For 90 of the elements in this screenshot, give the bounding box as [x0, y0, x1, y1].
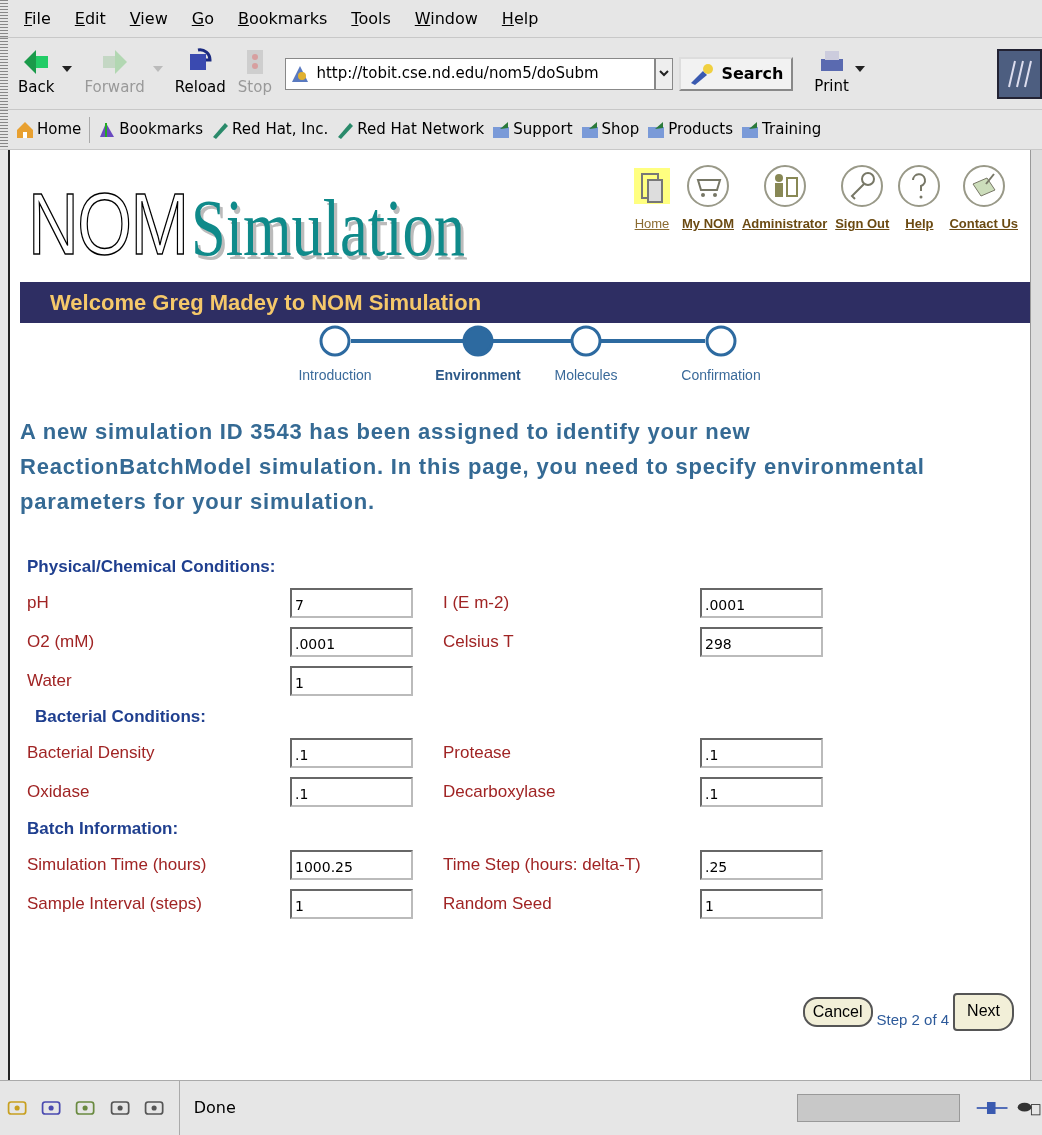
key-icon [840, 164, 885, 208]
field-label: pH [26, 591, 50, 614]
caret-icon [62, 65, 73, 72]
menu-item[interactable]: Go [179, 6, 226, 31]
bookmark-link[interactable]: Shop [576, 118, 644, 141]
input-field[interactable]: .25 [700, 849, 823, 880]
folder-icon [647, 120, 666, 139]
field-label: Oxidase [26, 781, 91, 804]
nav-link[interactable]: Help [893, 164, 946, 234]
input-field[interactable]: .1 [700, 738, 823, 769]
person-icon [762, 164, 807, 208]
field-label: Sample Interval (steps) [26, 892, 203, 915]
nav-link[interactable]: Contact Us [945, 164, 1022, 234]
logo-text: Simulation [191, 188, 466, 268]
input-field[interactable]: 1 [290, 665, 413, 696]
input-field[interactable]: 298 [700, 626, 823, 657]
menu-item[interactable]: View [117, 6, 180, 31]
search-button[interactable]: Search [679, 56, 794, 91]
field-label: Celsius T [442, 630, 515, 653]
section-heading: Physical/Chemical Conditions: [27, 555, 277, 578]
section-heading: Batch Information: [27, 817, 180, 840]
input-field[interactable]: .1 [700, 777, 823, 808]
field-label: Bacterial Density [26, 742, 156, 765]
caret-icon [854, 65, 865, 72]
status-text: Done [193, 1097, 236, 1119]
nav-link[interactable]: My NOM [677, 164, 738, 234]
step-label: Confirmation [680, 366, 762, 385]
input-field[interactable]: .0001 [290, 626, 413, 657]
toolbar-grip[interactable] [0, 110, 8, 149]
toolbar-grip[interactable] [0, 0, 8, 37]
input-field[interactable]: 1000.25 [290, 849, 413, 880]
field-label: Decarboxylase [442, 781, 557, 804]
menu-item[interactable]: Tools [339, 6, 403, 31]
section-heading: Bacterial Conditions: [34, 706, 207, 729]
forward-arrow-icon [100, 48, 129, 77]
input-field[interactable]: 7 [290, 587, 413, 618]
step-label: Environment [434, 366, 522, 385]
logo-text: NOM [28, 180, 188, 268]
input-field[interactable]: .1 [290, 738, 413, 769]
menu-item[interactable]: Help [489, 6, 551, 31]
scrollbar[interactable] [1030, 150, 1042, 1080]
logo-icon [997, 48, 1042, 99]
menu-item[interactable]: Bookmarks [225, 6, 340, 31]
next-button[interactable]: Next [953, 993, 1014, 1032]
field-label: Protease [442, 742, 513, 765]
cancel-button[interactable]: Cancel [802, 997, 873, 1028]
bookmark-link[interactable]: Support [488, 118, 577, 141]
field-label: O2 (mM) [26, 630, 96, 653]
print-button[interactable]: Print [808, 49, 855, 98]
field-label: Simulation Time (hours) [26, 853, 208, 876]
bookmark-link[interactable]: Bookmarks [94, 118, 208, 141]
input-field[interactable]: 1 [700, 888, 823, 919]
menu-item[interactable]: Window [402, 6, 490, 31]
welcome-banner: Welcome Greg Madey to NOM Simulation [20, 282, 1032, 323]
field-label: Time Step (hours: delta-T) [442, 853, 642, 876]
step-label: Introduction [297, 366, 373, 385]
input-field[interactable]: .0001 [700, 587, 823, 618]
step-indicator: Step 2 of 4 [876, 1009, 950, 1030]
menu-item[interactable]: File [12, 6, 63, 31]
home-icon [16, 120, 34, 139]
nav-link[interactable]: Administrator [737, 164, 832, 234]
bookmarks-icon [98, 120, 117, 139]
field-label: Random Seed [442, 892, 553, 915]
envelope-icon [961, 164, 1006, 208]
intro-paragraph: A new simulation ID 3543 has been assigned to identify your new ReactionBatchModel simulation. In this page, you need to specify environmental parameters for your simulation. [20, 418, 926, 517]
bookmark-link[interactable]: Red Hat, Inc. [207, 118, 333, 141]
reload-button[interactable]: Reload [168, 48, 232, 99]
back-button[interactable]: Back [12, 48, 79, 99]
search-icon [689, 62, 716, 85]
cart-icon [685, 164, 730, 208]
folder-icon [492, 120, 511, 139]
caret-icon [152, 65, 163, 72]
bookmark-link[interactable]: Training [737, 118, 826, 141]
input-field[interactable]: .1 [290, 777, 413, 808]
folder-icon [580, 120, 599, 139]
menu-item[interactable]: Edit [62, 6, 118, 31]
nav-link[interactable]: Home [625, 164, 678, 234]
folder-icon [741, 120, 760, 139]
field-label: I (E m-2) [442, 591, 511, 614]
dropdown-button[interactable] [655, 57, 674, 90]
bookmark-link[interactable]: Home [12, 118, 86, 141]
bookmark-link[interactable]: Red Hat Network [332, 118, 489, 141]
input-field[interactable]: 1 [290, 888, 413, 919]
bookmark-link[interactable]: Products [643, 118, 738, 141]
nav-link[interactable]: Sign Out [831, 164, 894, 234]
chevron-icon [659, 70, 670, 77]
address-field[interactable]: http://tobit.cse.nd.edu/nom5/doSubm [285, 57, 656, 90]
toolbar-grip[interactable] [0, 38, 8, 109]
help-icon [897, 164, 942, 208]
field-label: Water [26, 669, 73, 692]
